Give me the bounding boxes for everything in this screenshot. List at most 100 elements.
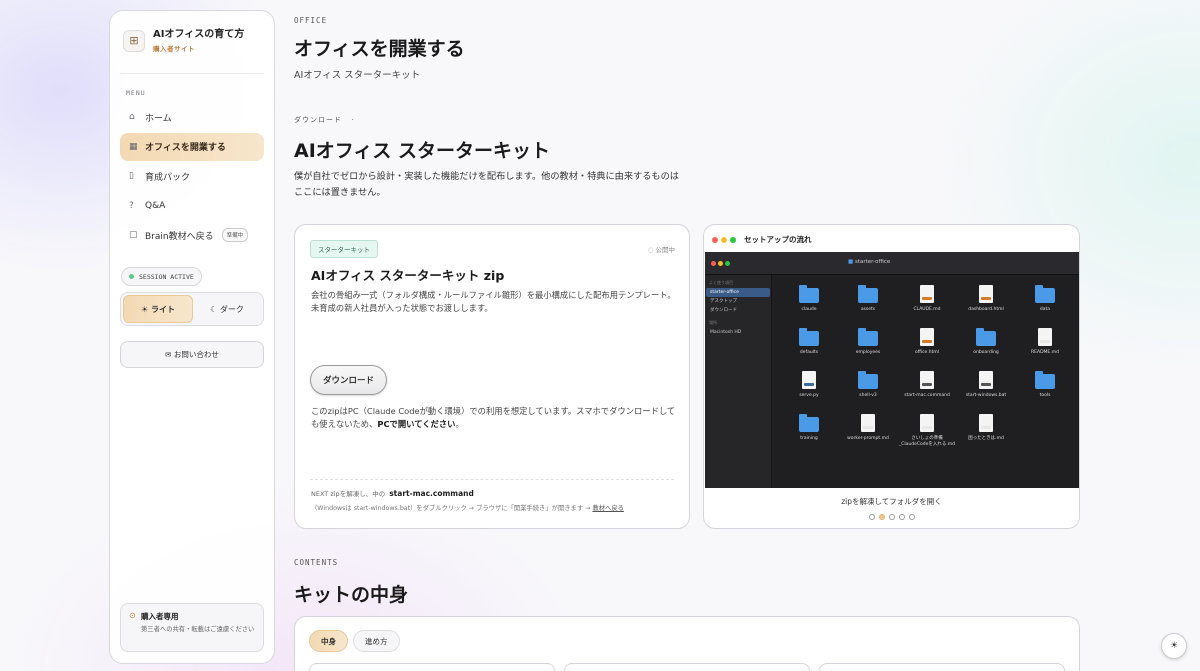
file-name: tools [1039, 393, 1051, 398]
setup-header: セットアップの流れ [712, 234, 812, 245]
sun-icon: ☀ [1169, 641, 1179, 651]
carousel-dot[interactable] [878, 514, 885, 520]
finder-screenshot: ■ starter-office よく使う項目 starter-office デ… [705, 252, 1079, 488]
file-name: office.html [914, 350, 940, 355]
finder-file: claude [779, 285, 839, 313]
card-divider [310, 479, 674, 480]
building-icon: ▦ [129, 141, 138, 152]
file-name: worker-prompt.md [847, 436, 889, 441]
file-icon [1038, 328, 1052, 346]
finder-file: tools [1015, 371, 1075, 399]
document-icon: ▢ [129, 230, 138, 240]
file-name: shell-v3 [859, 393, 877, 398]
finder-file: dashboard.html [956, 285, 1016, 313]
file-name: dashboard.html [968, 307, 1004, 312]
brand-title: AIオフィスの育て方 [153, 29, 245, 40]
file-icon [979, 285, 993, 303]
back-to-material-link[interactable]: 教材へ戻る [592, 505, 623, 512]
contents-card: 中身 進め方 [294, 616, 1080, 671]
file-icon [861, 414, 875, 432]
finder-file: 困ったときは.md [956, 414, 1016, 442]
carousel-dot[interactable] [898, 514, 905, 520]
question-icon: ? [129, 200, 134, 211]
kit-tag: スターターキット [310, 240, 378, 258]
kit-card: スターターキット ◌ 公開中 AIオフィス スターターキット zip 会社の骨組… [294, 224, 690, 529]
publish-status: ◌ 公開中 [647, 246, 675, 254]
folder-icon [799, 414, 819, 432]
file-name: start-windows.bat [965, 393, 1007, 398]
file-icon [979, 414, 993, 432]
finder-side-item: デスクトップ [710, 299, 737, 304]
page-title: オフィスを開業する [294, 38, 465, 60]
sidebar-item-label: Q&A [145, 200, 166, 211]
file-icon [920, 414, 934, 432]
alert-icon: ⊙ [129, 611, 136, 620]
finder-file: serve.py [779, 371, 839, 399]
book-icon: ▯ [129, 171, 134, 181]
contact-button[interactable]: ✉ お問い合わせ [120, 341, 264, 368]
carousel-dot[interactable] [888, 514, 895, 520]
finder-file: start-mac.command [897, 365, 957, 405]
brand[interactable]: ⊞ AIオフィスの育て方 購入者サイト [123, 28, 244, 53]
next-step-detail: （Windowsは start-windows.bat）をダブルクリック → ブ… [311, 505, 624, 512]
kit-description: 会社の骨組み一式（フォルダ構成・ルールファイル雛形）を最小構成にした配布用テンプ… [311, 290, 676, 313]
purchaser-notice: ⊙ 購入者専用 第三者への共有・転載はご遠慮ください [120, 603, 264, 652]
carousel-dot[interactable] [908, 514, 915, 520]
finder-file: assets [838, 285, 898, 313]
home-icon: ⌂ [129, 112, 135, 122]
finder-file: README.md [1015, 328, 1075, 356]
finder-title: ■ starter-office [848, 259, 891, 265]
folder-icon [858, 285, 878, 303]
menu-label: MENU [126, 89, 146, 97]
window-zoom-icon [730, 236, 736, 243]
finder-toolbar: ■ starter-office [705, 252, 1079, 275]
sidebar-item-open-office[interactable]: ▦ オフィスを開業する [120, 132, 264, 161]
file-name: 困ったときは.md [968, 436, 1004, 441]
file-name: さいしょの準備_ClaudeCodeを入れる.md [898, 436, 956, 447]
session-label: SESSION ACTIVE [139, 272, 194, 281]
folder-icon [976, 328, 996, 346]
theme-light-button[interactable]: ☀ ライト [123, 295, 193, 323]
tab-process[interactable]: 進め方 [353, 630, 400, 652]
download-eyebrow: ダウンロード · [294, 116, 355, 124]
file-icon [920, 328, 934, 346]
sidebar-nav: ⌂ ホーム ▦ オフィスを開業する ▯ 育成パック ? Q&A ▢ Brain教… [120, 103, 264, 251]
finder-file: shell-v3 [838, 371, 898, 399]
office-eyebrow: OFFICE [294, 16, 328, 25]
finder-file: employees [838, 328, 898, 356]
finder-file: さいしょの準備_ClaudeCodeを入れる.md [897, 414, 957, 448]
finder-file: start-windows.bat [956, 371, 1016, 399]
theme-toggle: ☀ ライト ☾ ダーク [120, 292, 264, 326]
file-name: onboarding [973, 350, 999, 355]
notice-text: 第三者への共有・転載はご遠慮ください [141, 626, 255, 633]
download-button[interactable]: ダウンロード [310, 365, 387, 395]
sidebar-item-qa[interactable]: ? Q&A [120, 192, 264, 220]
brand-subtitle: 購入者サイト [153, 45, 195, 53]
theme-dark-button[interactable]: ☾ ダーク [193, 295, 261, 323]
moon-icon: ☾ [210, 304, 218, 314]
file-icon [802, 371, 816, 389]
theme-float-button[interactable]: ☀ [1161, 633, 1187, 659]
file-name: defaults [799, 350, 819, 355]
sidebar-item-brain[interactable]: ▢ Brain教材へ戻る 準備中 [120, 221, 264, 249]
status-dot-icon [129, 274, 134, 279]
file-name: claude [801, 307, 817, 312]
sidebar-divider [120, 73, 264, 74]
contact-label: お問い合わせ [173, 350, 219, 359]
content-item-card [309, 663, 555, 671]
sidebar-item-home[interactable]: ⌂ ホーム [120, 103, 264, 131]
finder-side-item: ダウンロード [710, 308, 737, 313]
folder-icon [858, 371, 878, 389]
finder-file: data [1015, 285, 1075, 313]
finder-file: office.html [897, 328, 957, 356]
folder-icon [799, 328, 819, 346]
tab-contents[interactable]: 中身 [309, 630, 348, 652]
finder-file: onboarding [956, 328, 1016, 356]
carousel-dot[interactable] [868, 514, 875, 520]
sidebar-item-training-pack[interactable]: ▯ 育成パック [120, 162, 264, 190]
file-name: assets [860, 307, 876, 312]
notice-title: 購入者専用 [141, 612, 179, 621]
finder-side-item: Macintosh HD [710, 330, 742, 335]
file-name: CLAUDE.md [913, 307, 941, 312]
content-item-card [564, 663, 810, 671]
